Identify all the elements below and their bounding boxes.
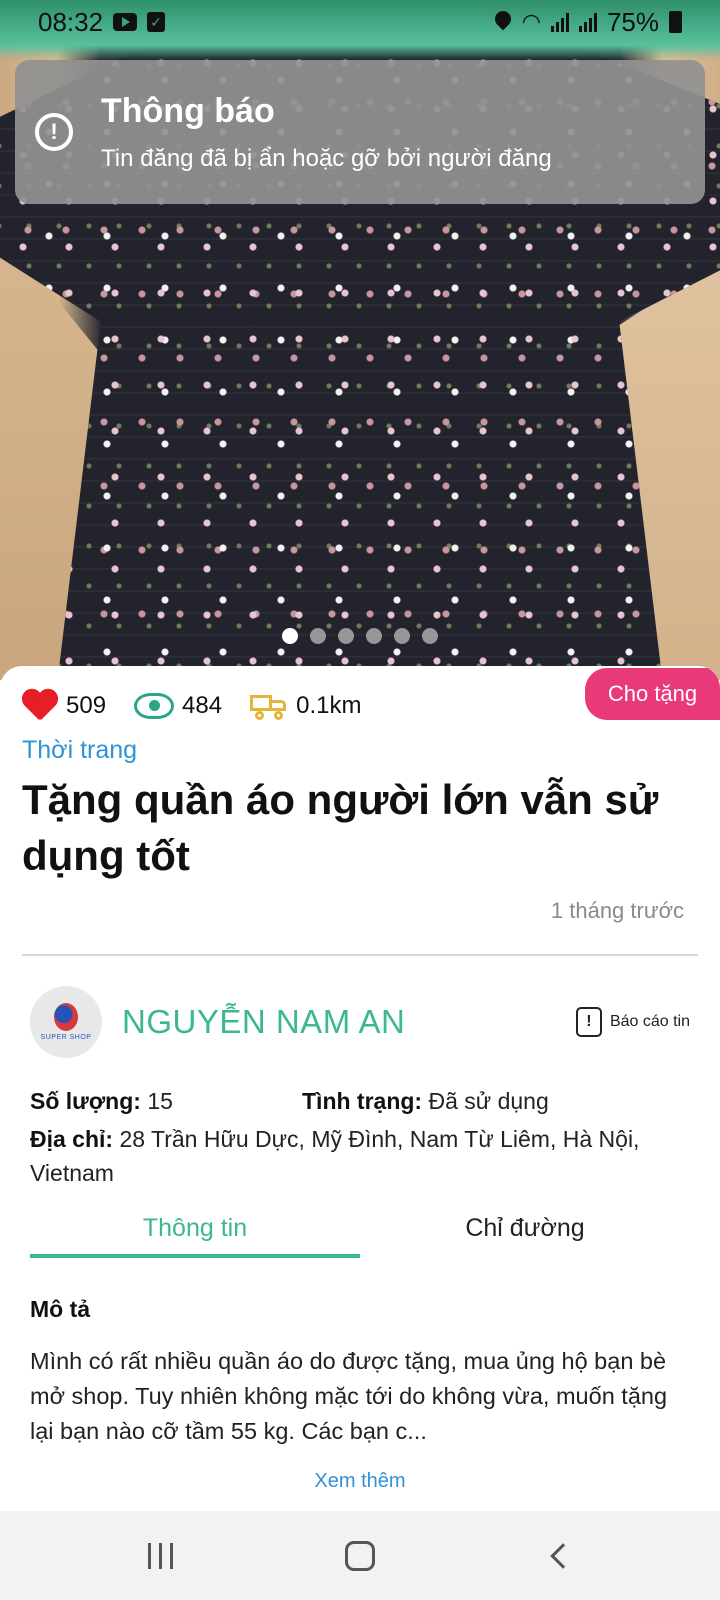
clock: 08:32 bbox=[38, 6, 104, 37]
likes-count: 509 bbox=[66, 692, 107, 719]
truck-icon bbox=[250, 692, 288, 720]
gallery-dot[interactable] bbox=[422, 628, 438, 644]
back-icon bbox=[550, 1542, 576, 1569]
gallery-dot[interactable] bbox=[394, 628, 410, 644]
address-value: 28 Trần Hữu Dực, Mỹ Đình, Nam Từ Liêm, H… bbox=[30, 1126, 640, 1186]
seller-row[interactable]: SUPER SHOP NGUYỄN NAM AN ! Báo cáo tin bbox=[30, 986, 690, 1058]
quantity-label: Số lượng: bbox=[30, 1088, 141, 1114]
description-text: Mình có rất nhiều quần áo do được tặng, … bbox=[30, 1348, 668, 1444]
views-stat: 484 bbox=[134, 692, 222, 720]
distance-value: 0.1km bbox=[296, 692, 362, 719]
distance-stat: 0.1km bbox=[250, 692, 361, 720]
signal-icon bbox=[578, 12, 597, 32]
gallery-pagination bbox=[0, 628, 720, 644]
report-label: Báo cáo tin bbox=[609, 1013, 690, 1030]
home-icon bbox=[345, 1540, 375, 1571]
condition-info: Tình trạng: Đã sử dụng bbox=[302, 1088, 549, 1115]
recent-apps-button[interactable] bbox=[130, 1526, 190, 1586]
post-detail: Cho tặng 509 484 0.1km Thời trang Tặng q… bbox=[0, 666, 720, 1511]
quantity-value: 15 bbox=[147, 1088, 173, 1114]
condition-value: Đã sử dụng bbox=[428, 1088, 549, 1114]
check-icon: ✓ bbox=[147, 12, 166, 32]
address-label: Địa chỉ: bbox=[30, 1126, 114, 1152]
report-button[interactable]: ! Báo cáo tin bbox=[575, 1007, 690, 1037]
signal-icon bbox=[550, 12, 569, 32]
avatar[interactable]: SUPER SHOP bbox=[30, 986, 102, 1058]
home-button[interactable] bbox=[330, 1526, 390, 1586]
post-title: Tặng quần áo người lớn vẫn sử dụng tốt bbox=[22, 776, 659, 879]
alert-icon: ! bbox=[35, 113, 73, 151]
report-icon: ! bbox=[575, 1007, 602, 1037]
address-info: Địa chỉ: 28 Trần Hữu Dực, Mỹ Đình, Nam T… bbox=[30, 1122, 690, 1190]
shop-logo-icon bbox=[54, 1003, 78, 1031]
battery-icon bbox=[669, 11, 682, 33]
see-more-link[interactable]: Xem thêm bbox=[0, 1470, 720, 1493]
detail-tabs: Thông tin Chỉ đường bbox=[30, 1206, 690, 1258]
tab-info[interactable]: Thông tin bbox=[30, 1206, 360, 1258]
notification-toast[interactable]: ! Thông báo Tin đăng đã bị ẩn hoặc gỡ bở… bbox=[15, 60, 705, 204]
post-stats: 509 484 0.1km bbox=[22, 690, 361, 722]
recent-apps-icon bbox=[147, 1542, 173, 1569]
status-bar: 08:32 ✓ ◠ 75% bbox=[0, 0, 720, 44]
back-button[interactable] bbox=[530, 1526, 590, 1586]
seller-name[interactable]: NGUYỄN NAM AN bbox=[122, 1003, 405, 1041]
battery-percent: 75% bbox=[606, 6, 659, 37]
wifi-icon: ◠ bbox=[521, 9, 541, 34]
views-count: 484 bbox=[182, 692, 223, 719]
description-title: Mô tả bbox=[30, 1296, 91, 1322]
system-nav-bar bbox=[0, 1511, 720, 1600]
location-icon bbox=[494, 11, 512, 33]
gallery-dot[interactable] bbox=[310, 628, 326, 644]
quantity-info: Số lượng: 15 bbox=[30, 1088, 173, 1115]
posted-time: 1 tháng trước bbox=[550, 898, 684, 923]
gallery-dot-active[interactable] bbox=[282, 628, 298, 644]
youtube-icon bbox=[113, 13, 138, 31]
tab-directions[interactable]: Chỉ đường bbox=[360, 1206, 690, 1258]
heart-icon bbox=[22, 690, 58, 722]
avatar-text: SUPER SHOP bbox=[40, 1034, 92, 1041]
eye-icon bbox=[134, 693, 175, 719]
post-type-badge: Cho tặng bbox=[585, 668, 720, 720]
condition-label: Tình trạng: bbox=[302, 1088, 423, 1114]
gallery-dot[interactable] bbox=[338, 628, 354, 644]
toast-message: Tin đăng đã bị ẩn hoặc gỡ bởi người đăng bbox=[101, 144, 552, 172]
toast-title: Thông báo bbox=[101, 91, 275, 130]
divider bbox=[22, 954, 698, 956]
gallery-dot[interactable] bbox=[366, 628, 382, 644]
likes-stat[interactable]: 509 bbox=[22, 690, 106, 722]
post-category[interactable]: Thời trang bbox=[22, 736, 137, 765]
